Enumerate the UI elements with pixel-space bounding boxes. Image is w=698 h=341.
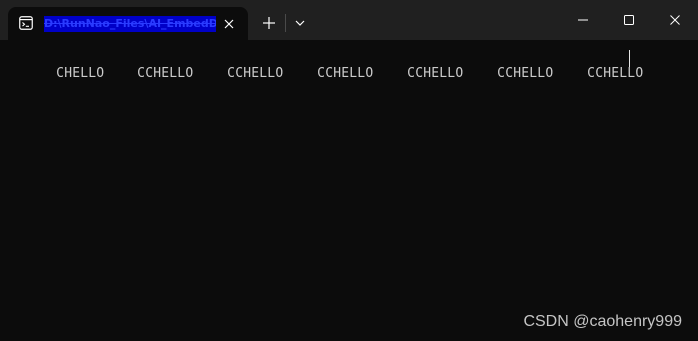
output-token: CCHELLO	[137, 66, 194, 81]
text-cursor	[629, 50, 630, 67]
output-token: CCHELLO	[587, 66, 644, 81]
title-bar: D:\RunNao_Files\AI_EmbedDe	[0, 0, 698, 40]
new-tab-button[interactable]	[257, 11, 281, 35]
tab-title: D:\RunNao_Files\AI_EmbedDe	[44, 16, 216, 32]
chevron-down-icon	[295, 20, 305, 26]
watermark: CSDN @caohenry999	[523, 313, 682, 330]
output-token: CCHELLO	[497, 66, 554, 81]
tab-active[interactable]: D:\RunNao_Files\AI_EmbedDe	[8, 7, 248, 40]
output-token: CCHELLO	[317, 66, 374, 81]
output-line: CHELLO CCHELLO CCHELLO CCHELLO CCHELLO CCHELL…	[8, 50, 643, 98]
output-token: CCHELLO	[407, 66, 464, 81]
terminal-icon	[19, 16, 33, 30]
minimize-icon	[578, 19, 588, 21]
minimize-button[interactable]	[560, 0, 606, 40]
output-token: CHELLO	[56, 66, 105, 81]
plus-icon	[263, 17, 275, 29]
close-icon	[670, 15, 680, 25]
terminal-window: D:\RunNao_Files\AI_EmbedDe CHELLO CCHELL…	[0, 0, 698, 341]
terminal-content[interactable]: CHELLO CCHELLO CCHELLO CCHELLO CCHELLO CCHELL…	[0, 40, 698, 341]
close-window-button[interactable]	[652, 0, 698, 40]
tab-dropdown-button[interactable]	[289, 12, 311, 34]
tab-close-button[interactable]	[219, 14, 239, 34]
titlebar-divider	[285, 14, 286, 32]
output-token: CCHELLO	[227, 66, 284, 81]
close-icon	[224, 19, 234, 29]
maximize-icon	[624, 15, 634, 25]
maximize-button[interactable]	[606, 0, 652, 40]
